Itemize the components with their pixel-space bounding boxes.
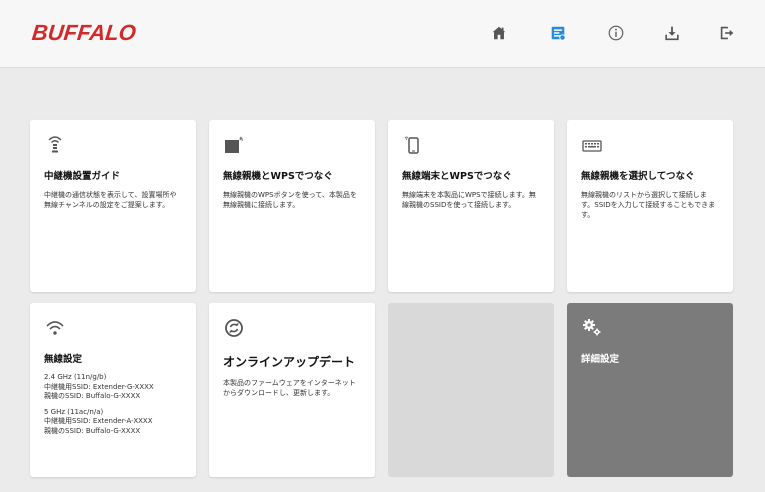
card-title: 詳細設定 (581, 354, 620, 365)
top-bar: BUFFALO (0, 0, 765, 68)
logout-icon[interactable] (716, 22, 738, 44)
wifi-icon (44, 317, 182, 343)
card-description: 中継機の通信状態を表示して、設置場所や無線チャンネルの設定をご提案します。 (44, 191, 177, 209)
card-description: 無線親機のWPSボタンを使って、本製品を無線親機に接続します。 (223, 191, 357, 209)
card-title: 無線親機を選択してつなぐ (581, 171, 695, 182)
card-title: オンラインアップデート (223, 355, 356, 369)
download-icon[interactable] (661, 22, 683, 44)
smartphone-icon (402, 134, 540, 160)
extender-ssid-24: 中継機用SSID: Extender-G-XXXX (44, 382, 154, 391)
empty-slot (388, 303, 554, 477)
card-title: 無線親機とWPSでつなぐ (223, 171, 333, 182)
card-wps-parent[interactable]: 無線親機とWPSでつなぐ 無線親機のWPSボタンを使って、本製品を無線親機に接続… (209, 120, 375, 292)
card-wps-client[interactable]: 無線端末とWPSでつなぐ 無線端末を本製品にWPSで接続します。無線親機のSSI… (388, 120, 554, 292)
card-online-update[interactable]: オンラインアップデート 本製品のファームウェアをインターネットからダウンロードし… (209, 303, 375, 477)
card-description: 無線親機のリストから選択して接続します。SSIDを入力して接続することもできます… (581, 191, 716, 219)
band-24ghz: 2.4 GHz (11n/g/b) (44, 373, 107, 381)
card-description: 無線端末を本製品にWPSで接続します。無線親機のSSIDを使って接続します。 (402, 191, 536, 209)
card-select-parent[interactable]: 無線親機を選択してつなぐ 無線親機のリストから選択して接続します。SSIDを入力… (567, 120, 733, 292)
buffalo-logo: BUFFALO (30, 20, 138, 45)
card-advanced-settings[interactable]: 詳細設定 (567, 303, 733, 477)
home-icon[interactable] (488, 22, 510, 44)
card-title: 中継機設置ガイド (44, 171, 121, 182)
card-title: 無線設定 (44, 354, 83, 365)
wps-device-icon (223, 134, 361, 160)
parent-ssid-5: 親機のSSID: Buffalo-G-XXXX (44, 426, 141, 435)
signal-icon (44, 134, 182, 160)
extender-ssid-5: 中継機用SSID: Extender-A-XXXX (44, 417, 153, 425)
parent-ssid-24: 親機のSSID: Buffalo-G-XXXX (44, 392, 141, 400)
card-setup-guide[interactable]: 中継機設置ガイド 中継機の通信状態を表示して、設置場所や無線チャンネルの設定をご… (30, 120, 196, 292)
keyboard-icon (581, 134, 719, 160)
info-icon[interactable] (605, 22, 627, 44)
update-icon (223, 317, 361, 343)
card-wireless-settings[interactable]: 無線設定 2.4 GHz (11n/g/b) 中継機用SSID: Extende… (30, 303, 196, 477)
band-5ghz: 5 GHz (11ac/n/a) (44, 407, 104, 416)
gears-icon (581, 317, 719, 343)
settings-panel-icon[interactable] (547, 22, 569, 44)
card-title: 無線端末とWPSでつなぐ (402, 171, 512, 182)
card-description: 本製品のファームウェアをインターネットからダウンロードし、更新します。 (223, 379, 356, 397)
